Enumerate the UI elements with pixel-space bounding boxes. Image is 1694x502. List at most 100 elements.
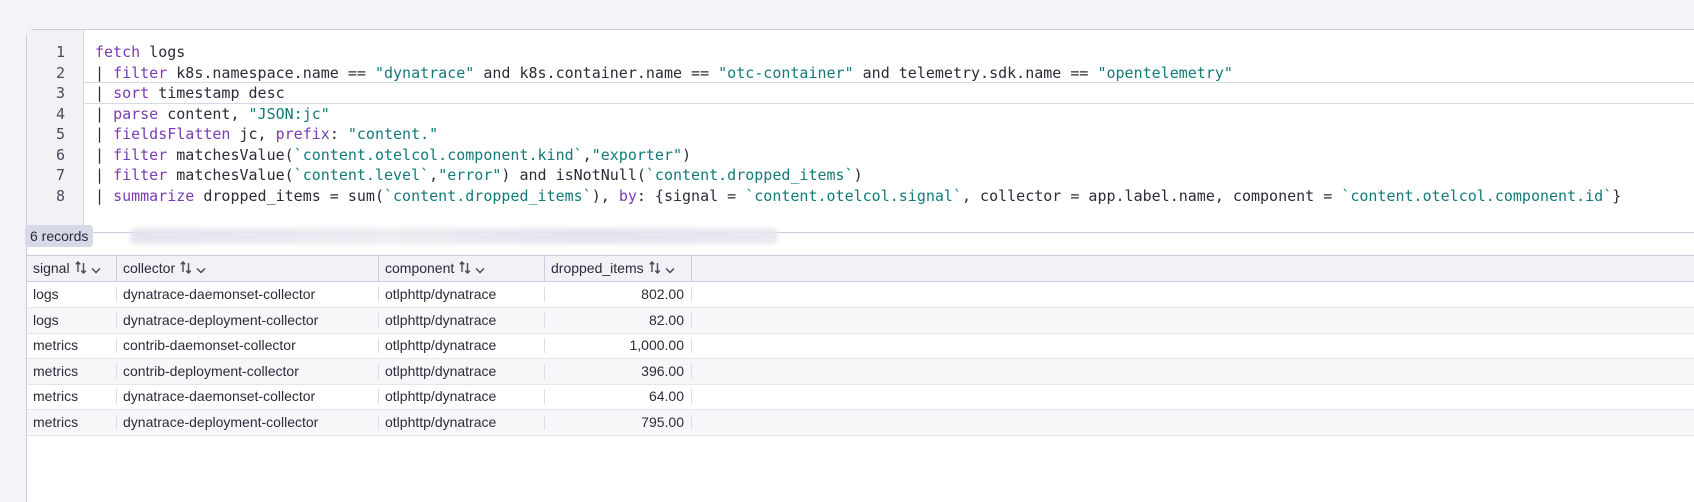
code-string: "exporter" xyxy=(591,146,683,164)
cell-dropped-items: 396.00 xyxy=(545,363,692,379)
line-number: 5 xyxy=(55,125,65,143)
code-token: : xyxy=(329,125,348,143)
cell-component: otlphttp/dynatrace xyxy=(379,363,545,379)
record-count-badge: 6 records xyxy=(25,225,94,247)
cell-dropped-items: 82.00 xyxy=(545,312,692,328)
code-token: matchesValue( xyxy=(167,166,294,184)
cell-component: otlphttp/dynatrace xyxy=(379,338,545,354)
code-token: , collector = app.label.name, component … xyxy=(962,187,1342,205)
line-number: 6 xyxy=(55,146,65,164)
cell-collector: dynatrace-daemonset-collector xyxy=(117,389,379,405)
sort-icon[interactable] xyxy=(459,257,471,282)
code-string: `content.otelcol.signal` xyxy=(745,187,962,205)
cell-signal: logs xyxy=(27,312,117,328)
column-header-label: signal xyxy=(33,260,70,276)
code-line[interactable]: | sort timestamp desc xyxy=(84,82,1694,104)
table-row[interactable]: metrics dynatrace-deployment-collector otl… xyxy=(27,410,1694,436)
line-number: 8 xyxy=(55,187,65,205)
table-row[interactable]: logs dynatrace-deployment-collector otlpht… xyxy=(27,307,1694,334)
code-line[interactable]: | fieldsFlatten jc, prefix: "content." xyxy=(84,123,1694,145)
code-string: "JSON:jc" xyxy=(248,105,330,123)
line-number: 7 xyxy=(55,166,65,184)
table-header: signal collector component dropped_items xyxy=(27,256,1694,282)
cell-signal: metrics xyxy=(27,338,117,354)
chevron-down-icon[interactable] xyxy=(665,257,675,282)
table-row[interactable]: metrics contrib-daemonset-collector otlpht… xyxy=(27,333,1694,360)
cell-signal: metrics xyxy=(27,389,117,405)
code-line[interactable]: | summarize dropped_items = sum(`content… xyxy=(84,185,1694,207)
code-keyword: fieldsFlatten xyxy=(113,125,231,143)
code-line[interactable]: | filter k8s.namespace.name == "dynatrac… xyxy=(84,62,1694,84)
code-token: | xyxy=(95,125,114,143)
code-keyword: by xyxy=(618,187,637,205)
code-token: and telemetry.sdk.name == xyxy=(853,64,1098,82)
code-token: | xyxy=(95,105,114,123)
cell-collector: contrib-daemonset-collector xyxy=(117,338,379,354)
code-keyword: prefix xyxy=(275,125,330,143)
sort-icon[interactable] xyxy=(180,257,192,282)
code-keyword: filter xyxy=(113,64,168,82)
cell-dropped-items: 795.00 xyxy=(545,415,692,430)
sort-icon[interactable] xyxy=(648,257,661,282)
column-header-collector[interactable]: collector xyxy=(117,256,379,281)
code-keyword: fetch xyxy=(95,43,141,61)
code-string: `content.level` xyxy=(293,166,430,184)
chevron-down-icon[interactable] xyxy=(91,257,101,282)
code-string: `content.dropped_items` xyxy=(384,187,592,205)
cell-signal: logs xyxy=(27,287,117,302)
cell-signal: metrics xyxy=(27,363,117,379)
code-string: "dynatrace" xyxy=(374,64,475,82)
code-token: content, xyxy=(158,105,249,123)
cell-component: otlphttp/dynatrace xyxy=(379,415,545,430)
line-number-gutter: 1 2 3 4 5 6 7 8 xyxy=(27,30,84,232)
table-row[interactable]: logs dynatrace-daemonset-collector otlphtt… xyxy=(27,282,1694,308)
code-token: logs xyxy=(140,43,186,61)
code-line[interactable]: | filter matchesValue(`content.otelcol.c… xyxy=(84,144,1694,166)
cell-collector: contrib-deployment-collector xyxy=(117,363,379,379)
code-token: jc, xyxy=(230,125,276,143)
table-row[interactable]: metrics dynatrace-daemonset-collector otlp… xyxy=(27,384,1694,411)
code-string: "opentelemetry" xyxy=(1097,64,1233,82)
code-line[interactable]: | filter matchesValue(`content.level`,"e… xyxy=(84,164,1694,186)
code-token: ) xyxy=(682,146,692,164)
column-header-signal[interactable]: signal xyxy=(27,256,117,281)
code-string: `content.dropped_items` xyxy=(645,166,854,184)
cell-collector: dynatrace-deployment-collector xyxy=(117,415,379,430)
code-line[interactable]: fetch logs xyxy=(84,41,1694,63)
cell-collector: dynatrace-daemonset-collector xyxy=(117,287,379,302)
code-line[interactable]: | parse content, "JSON:jc" xyxy=(84,103,1694,125)
results-table: signal collector component dropped_items lo… xyxy=(26,255,1694,502)
code-token: ), xyxy=(591,187,619,205)
code-token: ) and isNotNull( xyxy=(501,166,646,184)
code-string: `content.otelcol.component.kind` xyxy=(293,146,583,164)
code-keyword: parse xyxy=(113,105,159,123)
cell-component: otlphttp/dynatrace xyxy=(379,389,545,405)
code-token: | xyxy=(95,64,114,82)
code-keyword: summarize xyxy=(113,187,195,205)
code-token: ) xyxy=(853,166,863,184)
redacted-status-bar xyxy=(130,228,778,244)
line-number: 4 xyxy=(55,105,65,123)
chevron-down-icon[interactable] xyxy=(196,257,206,282)
line-number: 1 xyxy=(55,43,65,61)
dql-editor[interactable]: 12345678 fetch logs | filter k8s.namespac… xyxy=(27,30,1694,233)
code-token: , xyxy=(582,146,592,164)
cell-component: otlphttp/dynatrace xyxy=(379,312,545,328)
column-header-dropped-items[interactable]: dropped_items xyxy=(545,256,692,281)
code-string: `content.otelcol.component.id` xyxy=(1341,187,1613,205)
cell-dropped-items: 1,000.00 xyxy=(545,338,692,354)
code-token: dropped_items = sum( xyxy=(194,187,384,205)
column-header-label: collector xyxy=(123,260,176,276)
code-token: k8s.namespace.name == xyxy=(167,64,375,82)
code-token: | xyxy=(95,146,114,164)
code-string: "error" xyxy=(438,166,502,184)
code-token: , xyxy=(429,166,439,184)
chevron-down-icon[interactable] xyxy=(475,257,485,282)
code-area[interactable]: fetch logs | filter k8s.namespace.name ==… xyxy=(84,30,1694,232)
code-token: } xyxy=(1612,187,1622,205)
column-header-component[interactable]: component xyxy=(379,256,545,281)
code-token: | xyxy=(95,84,114,102)
code-token: : {signal = xyxy=(636,187,746,205)
table-row[interactable]: metrics contrib-deployment-collector otlph… xyxy=(27,358,1694,385)
sort-icon[interactable] xyxy=(74,257,87,282)
